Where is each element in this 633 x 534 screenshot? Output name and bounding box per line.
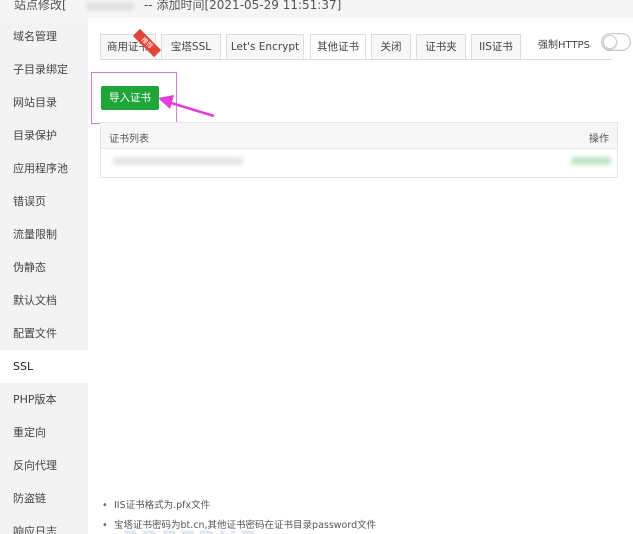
force-https-label: 强制HTTPS xyxy=(538,40,590,51)
redacted-cert-action xyxy=(571,157,611,165)
note-item: IIS证书格式为.pfx文件 xyxy=(102,496,622,516)
sidebar-item-reverse-proxy[interactable]: 反向代理 xyxy=(0,449,88,482)
column-header-action: 操作 xyxy=(589,134,609,145)
sidebar-item-hotlink-protection[interactable]: 防盗链 xyxy=(0,482,88,515)
annotation-arrow-icon xyxy=(158,95,215,118)
sidebar-item-traffic-limit[interactable]: 流量限制 xyxy=(0,218,88,251)
sidebar-item-domain[interactable]: 域名管理 xyxy=(0,20,88,53)
sidebar-item-app-pool[interactable]: 应用程序池 xyxy=(0,152,88,185)
sidebar-item-site-directory[interactable]: 网站目录 xyxy=(0,86,88,119)
sidebar-item-ssl[interactable]: SSL xyxy=(0,350,88,383)
tab-lets-encrypt[interactable]: Let's Encrypt xyxy=(226,34,304,59)
tabs-divider xyxy=(100,59,613,60)
sidebar-item-default-document[interactable]: 默认文档 xyxy=(0,284,88,317)
sidebar-item-redirect[interactable]: 重定向 xyxy=(0,416,88,449)
window-title-prefix: 站点修改[ xyxy=(14,0,67,12)
toggle-knob xyxy=(603,35,617,49)
redacted-cert-name xyxy=(113,157,243,165)
window-title-suffix: -- 添加时间[2021-05-29 11:51:37] xyxy=(144,0,342,12)
sidebar-item-php-version[interactable]: PHP版本 xyxy=(0,383,88,416)
table-header: 证书列表 操作 xyxy=(101,123,617,149)
column-header-cert-list: 证书列表 xyxy=(109,134,149,145)
tab-other-cert[interactable]: 其他证书 xyxy=(310,34,366,60)
tab-iis-cert[interactable]: IIS证书 xyxy=(471,34,521,59)
sidebar-item-directory-protection[interactable]: 目录保护 xyxy=(0,119,88,152)
sidebar-item-config-file[interactable]: 配置文件 xyxy=(0,317,88,350)
sidebar-item-error-page[interactable]: 错误页 xyxy=(0,185,88,218)
ssl-panel: 商用证书 推荐 宝塔SSL Let's Encrypt 其他证书 关闭 证书夹 … xyxy=(88,18,633,534)
sidebar-item-rewrite[interactable]: 伪静态 xyxy=(0,251,88,284)
window-title-bar: 站点修改[ -- 添加时间[2021-05-29 11:51:37] xyxy=(0,0,633,18)
sidebar-item-subdirectory-binding[interactable]: 子目录绑定 xyxy=(0,53,88,86)
sidebar-item-response-log[interactable]: 响应日志 xyxy=(0,515,88,534)
tab-close[interactable]: 关闭 xyxy=(371,34,411,59)
force-https-toggle[interactable] xyxy=(601,33,631,51)
redacted-site-name xyxy=(86,2,134,11)
sidebar: 域名管理 子目录绑定 网站目录 目录保护 应用程序池 错误页 流量限制 伪静态 … xyxy=(0,18,88,534)
tab-cert-folder[interactable]: 证书夹 xyxy=(416,34,466,59)
watermark: FREEBUF xyxy=(122,526,258,534)
cert-list-table: 证书列表 操作 xyxy=(100,122,618,178)
import-cert-button[interactable]: 导入证书 xyxy=(101,86,159,110)
tab-baota-ssl[interactable]: 宝塔SSL xyxy=(161,34,221,59)
